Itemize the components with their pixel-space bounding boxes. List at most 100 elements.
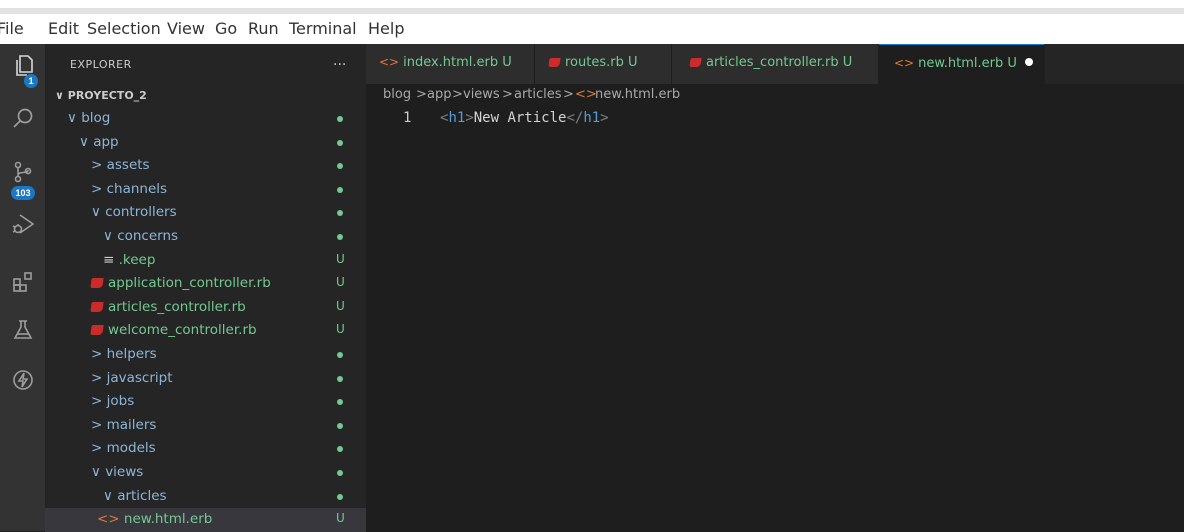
- html-file-icon: <>: [379, 55, 400, 69]
- tab-index-html-erb[interactable]: <> index.html.erb U: [366, 44, 535, 84]
- tree-item-label: articles_controller.rb: [108, 298, 246, 315]
- ruby-file-icon: [689, 58, 702, 67]
- menu-terminal[interactable]: Terminal: [289, 19, 357, 38]
- search-icon[interactable]: [0, 96, 45, 140]
- files-icon[interactable]: [0, 44, 45, 88]
- status-dot-icon: [337, 493, 343, 500]
- tab-status: U: [842, 55, 853, 70]
- code-line[interactable]: <h1>New Article</h1>: [440, 110, 609, 126]
- tree-item-label: jobs: [106, 393, 135, 410]
- file-item[interactable]: <> new.html.erb U: [45, 508, 366, 532]
- folder-item[interactable]: ∨ app: [45, 131, 366, 155]
- tree-item-label: channels: [106, 180, 168, 197]
- code-token-text: New Article: [473, 110, 567, 126]
- menu-bar: File Edit Selection View Go Run Terminal…: [0, 14, 1184, 44]
- ruby-file-icon: [90, 278, 104, 289]
- folder-item[interactable]: > mailers: [45, 414, 366, 438]
- tab-status: U: [1007, 56, 1017, 71]
- chevron-right-icon: >: [91, 346, 107, 362]
- chevron-right-icon: >: [91, 393, 107, 410]
- untracked-status: U: [336, 511, 345, 526]
- folder-item[interactable]: > channels: [45, 178, 366, 202]
- explorer-sidebar: EXPLORER ... ∨ PROYECTO_2 ∨ blog ∨ app > a…: [45, 44, 366, 532]
- explorer-header: EXPLORER ...: [45, 44, 366, 88]
- tree-item-label: new.html.erb: [123, 511, 213, 528]
- chevron-right-icon: >: [91, 157, 107, 174]
- untracked-status: U: [336, 251, 345, 266]
- breadcrumb-views[interactable]: views: [463, 87, 500, 102]
- status-dot-icon: [337, 163, 343, 170]
- status-dot-icon: [337, 446, 343, 453]
- tree-item-label: controllers: [105, 204, 177, 221]
- project-root[interactable]: ∨ PROYECTO_2: [45, 84, 366, 108]
- folder-item[interactable]: > helpers: [45, 343, 366, 367]
- status-dot-icon: [337, 470, 343, 476]
- menu-selection[interactable]: Selection: [87, 19, 161, 38]
- status-dot-icon: [337, 210, 343, 217]
- folder-item[interactable]: > javascript: [45, 367, 366, 391]
- menu-file[interactable]: File: [0, 19, 24, 38]
- folder-item[interactable]: > assets: [45, 154, 366, 178]
- tree-item-label: application_controller.rb: [108, 275, 271, 292]
- tab-label: articles_controller.rb: [706, 55, 839, 70]
- folder-item[interactable]: ∨ views: [45, 461, 366, 485]
- html-file-icon: <>: [894, 56, 915, 70]
- code-token-punct: >: [465, 110, 474, 126]
- activity-bar: 1 103: [0, 44, 45, 531]
- menu-view[interactable]: View: [167, 19, 205, 38]
- ruby-file-icon: [548, 58, 561, 67]
- breadcrumb-new-html-erb[interactable]: new.html.erb: [595, 87, 680, 102]
- tab-articles-controller-rb[interactable]: articles_controller.rb U: [672, 44, 879, 84]
- testing-icon[interactable]: [0, 308, 45, 352]
- status-dot-icon: [337, 139, 343, 146]
- chevron-down-icon: ∨: [67, 110, 82, 126]
- unsaved-dot-icon[interactable]: [1025, 58, 1033, 66]
- tab-label: index.html.erb: [403, 55, 499, 70]
- code-editor[interactable]: 1 <h1>New Article</h1>: [366, 106, 1184, 531]
- menu-edit[interactable]: Edit: [48, 19, 79, 38]
- tree-item-label: models: [106, 440, 156, 457]
- text-file-icon: ≡: [103, 251, 119, 268]
- extensions-icon[interactable]: [0, 260, 45, 304]
- explorer-more-button[interactable]: ...: [333, 53, 346, 69]
- chevron-right-icon: >: [502, 87, 513, 102]
- folder-item[interactable]: ∨ concerns: [45, 225, 366, 249]
- ruby-file-icon: [90, 301, 104, 312]
- file-item[interactable]: application_controller.rb U: [45, 272, 366, 296]
- lightning-icon[interactable]: [0, 358, 45, 402]
- tab-routes-rb[interactable]: routes.rb U: [535, 44, 672, 84]
- run-debug-icon[interactable]: [0, 202, 45, 246]
- tree-item-label: blog: [81, 110, 111, 126]
- ruby-file-icon: [90, 325, 104, 336]
- status-dot-icon: [337, 116, 343, 122]
- tab-new-html-erb[interactable]: <> new.html.erb U: [879, 44, 1045, 84]
- menu-go[interactable]: Go: [215, 19, 237, 38]
- folder-item[interactable]: ∨ controllers: [45, 201, 366, 225]
- menu-help[interactable]: Help: [368, 19, 404, 38]
- untracked-status: U: [336, 298, 345, 313]
- folder-item[interactable]: > jobs: [45, 390, 366, 414]
- chevron-down-icon: ∨: [103, 228, 118, 244]
- chevron-right-icon: >: [91, 416, 107, 433]
- status-dot-icon: [337, 234, 343, 240]
- tree-item-label: assets: [106, 157, 150, 174]
- breadcrumb-app[interactable]: app: [427, 87, 451, 102]
- file-item[interactable]: ≡ .keep U: [45, 249, 366, 273]
- chevron-right-icon: >: [91, 369, 107, 386]
- file-item[interactable]: articles_controller.rb U: [45, 296, 366, 320]
- breadcrumb-blog[interactable]: blog: [383, 87, 411, 102]
- chevron-down-icon: ∨: [103, 487, 118, 504]
- line-number: 1: [403, 110, 412, 126]
- html-file-icon: <>: [575, 87, 597, 102]
- file-item[interactable]: welcome_controller.rb U: [45, 319, 366, 343]
- code-token-tag: h1: [583, 110, 601, 126]
- menu-run[interactable]: Run: [248, 19, 279, 38]
- chevron-down-icon: ∨: [91, 464, 106, 480]
- tab-label: routes.rb: [565, 55, 624, 70]
- code-token-punct: >: [600, 110, 609, 126]
- folder-item[interactable]: > models: [45, 437, 366, 461]
- folder-item[interactable]: ∨ blog: [45, 107, 366, 131]
- folder-item[interactable]: ∨ articles: [45, 485, 366, 509]
- breadcrumb-articles[interactable]: articles: [514, 87, 562, 102]
- explorer-badge: 1: [24, 74, 38, 88]
